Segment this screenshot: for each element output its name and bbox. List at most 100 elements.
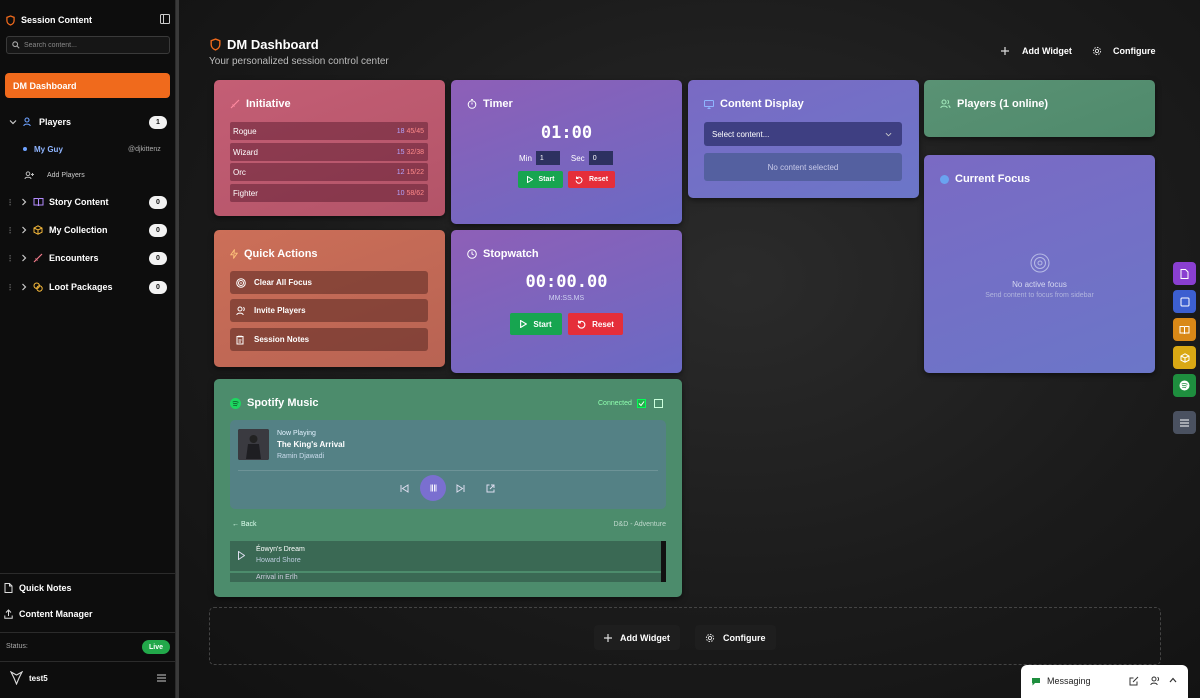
combatant-stats: 10 58/62 [397,190,424,197]
stopwatch-reset-button[interactable]: Reset [568,313,623,335]
sidebar-item-my-collection[interactable]: ⋮ My Collection 0 [0,221,176,239]
shield-icon [6,14,15,26]
page-subtitle: Your personalized session control center [209,56,389,67]
clear-all-focus-button[interactable]: Clear All Focus [230,271,428,294]
bottom-add-widget-button[interactable]: Add Widget [594,625,680,650]
seconds-label: Sec [570,153,585,163]
status-label: Status: [6,643,28,650]
quick-notes-button[interactable]: Quick Notes [4,583,72,593]
sidebar-item-story-content[interactable]: ⋮ Story Content 0 [0,193,176,211]
initiative-title: Initiative [230,98,291,110]
initiative-value: 10 [396,189,405,197]
minutes-input[interactable] [535,151,560,165]
lightning-icon [230,249,238,259]
add-widget-button[interactable]: Add Widget [1001,46,1072,56]
track-artist: Ramin Djawadi [277,453,325,460]
username: test5 [29,673,48,683]
sidebar-item-loot-packages[interactable]: ⋮ Loot Packages 0 [0,278,176,296]
initiative-row[interactable]: Orc 12 15/22 [230,163,428,181]
rail-book-button[interactable] [1173,318,1196,341]
timer-reset-button[interactable]: Reset [568,171,615,188]
quick-notes-label: Quick Notes [19,583,72,593]
rail-spotify-button[interactable] [1173,374,1196,397]
rail-collection-button[interactable] [1173,346,1196,369]
stopwatch-display: 00:00.00 [525,272,608,292]
invite-players-button[interactable]: Invite Players [230,299,428,322]
gear-icon [705,633,715,643]
story-content-count-badge: 0 [149,195,167,209]
content-manager-label: Content Manager [19,609,93,619]
target-icon [236,277,246,288]
quick-actions-widget: Quick Actions Clear All Focus Invite Pla… [214,230,445,367]
rail-menu-button[interactable] [1173,411,1196,434]
sidebar-item-dm-dashboard[interactable]: DM Dashboard [5,73,170,98]
pause-button[interactable] [420,475,446,501]
chevron-right-icon[interactable] [20,198,28,206]
rail-notes-button[interactable] [1173,262,1196,285]
hp-value: 45/45 [406,127,424,135]
connected-check-icon [637,399,646,408]
sidebar: Session Content DM Dashboard Players 1 M… [0,0,176,698]
search-input[interactable] [24,41,164,49]
sidebar-title: Session Content [21,15,93,25]
chevron-up-icon[interactable] [1169,677,1177,683]
add-players-button[interactable]: Add Players [0,166,176,184]
messaging-bar[interactable]: Messaging [1021,665,1188,698]
encounters-label: Encounters [49,253,99,263]
back-link[interactable]: ← Back [232,521,257,528]
hp-value: 32/38 [406,148,424,156]
spotify-title: Spotify Music [230,397,319,409]
pause-icon [430,484,437,492]
compose-icon[interactable] [1129,676,1139,686]
external-link-icon[interactable] [486,484,495,493]
session-notes-label: Session Notes [254,335,310,344]
file-icon [4,583,13,593]
queue-scrollbar[interactable] [661,541,666,582]
sidebar-collapse-icon[interactable] [160,14,170,24]
player-entry[interactable]: My Guy @djkittenz [0,140,176,158]
content-select[interactable]: Select content... [704,122,902,146]
sidebar-item-players[interactable]: Players 1 [0,113,176,131]
configure-button[interactable]: Configure [1092,46,1156,56]
sidebar-item-encounters[interactable]: ⋮ Encounters 0 [0,249,176,267]
skip-forward-icon[interactable] [456,484,465,493]
chevron-right-icon[interactable] [20,226,28,234]
user-profile[interactable]: test5 [10,671,48,685]
drag-handle-icon[interactable]: ⋮ [6,254,14,263]
bottom-configure-button[interactable]: Configure [695,625,776,650]
add-players-label: Add Players [47,171,85,179]
stopwatch-start-button[interactable]: Start [510,313,562,335]
drag-handle-icon[interactable]: ⋮ [6,226,14,235]
initiative-row[interactable]: Rogue 18 45/45 [230,122,428,140]
queue-track[interactable]: Éowyn's Dream Howard Shore [230,541,666,571]
queue-track-partial[interactable]: Arrival in Erlh [230,573,666,582]
chevron-right-icon[interactable] [20,254,28,262]
quick-actions-title-text: Quick Actions [244,248,318,260]
rail-display-button[interactable] [1173,290,1196,313]
search-icon [12,41,20,49]
timer-start-button[interactable]: Start [518,171,563,188]
sidebar-divider [0,573,176,574]
drag-handle-icon[interactable]: ⋮ [6,198,14,207]
players-widget-title-text: Players (1 online) [957,98,1049,110]
skip-back-icon[interactable] [400,484,409,493]
expand-checkbox[interactable] [654,399,663,408]
users-icon[interactable] [1150,676,1161,686]
content-manager-button[interactable]: Content Manager [4,609,93,619]
players-label: Players [39,117,72,127]
current-focus-title-text: Current Focus [955,173,1031,185]
progress-divider [238,470,658,471]
session-notes-button[interactable]: Session Notes [230,328,428,351]
chevron-down-icon[interactable] [9,118,17,126]
play-icon[interactable] [238,551,245,560]
player-handle: @djkittenz [128,145,161,153]
initiative-row[interactable]: Wizard 15 32/38 [230,143,428,161]
initiative-row[interactable]: Fighter 10 58/62 [230,184,428,202]
drag-handle-icon[interactable]: ⋮ [6,283,14,292]
chevron-right-icon[interactable] [20,283,28,291]
seconds-input[interactable] [588,151,613,165]
bottom-configure-label: Configure [723,632,766,643]
initiative-value: 15 [396,148,405,156]
hamburger-menu-icon[interactable] [157,674,166,682]
users-icon [940,99,951,109]
